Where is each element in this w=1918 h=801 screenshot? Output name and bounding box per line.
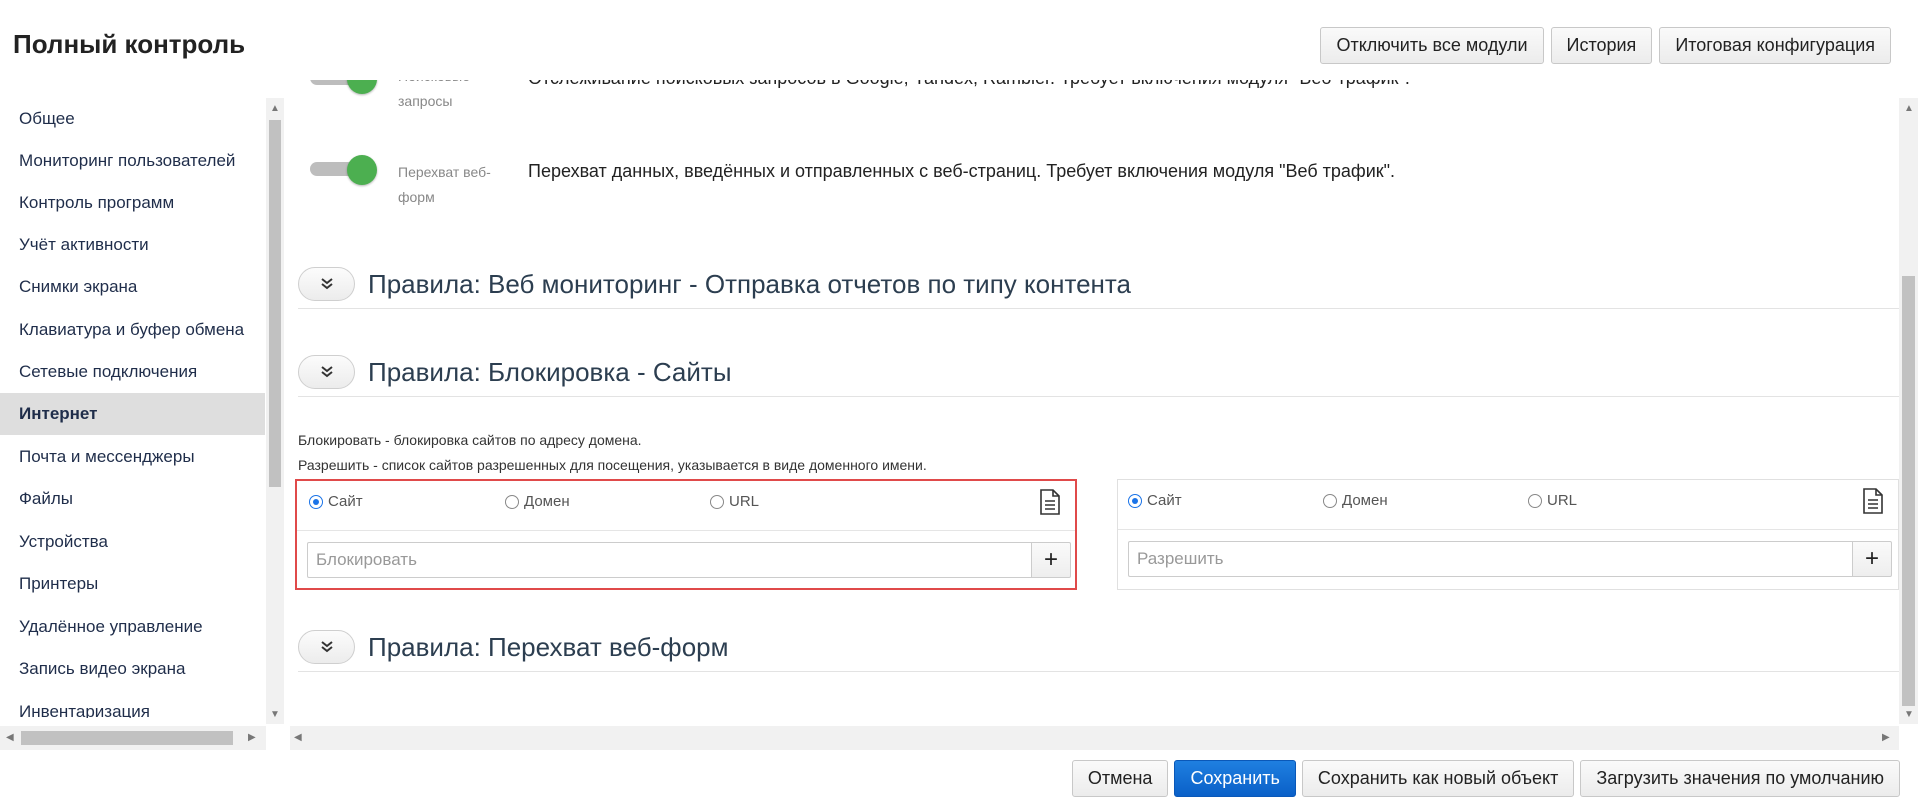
history-button[interactable]: История [1550,27,1653,64]
allow-info-text: Разрешить - список сайтов разрешенных дл… [298,457,927,473]
scrollbar-thumb[interactable] [21,731,233,745]
toggle-search-queries[interactable] [310,80,378,94]
scroll-down-arrow-icon[interactable]: ▼ [1904,710,1914,720]
sidebar: Общее Мониторинг пользователей Контроль … [0,98,265,718]
sidebar-item-mail[interactable]: Почта и мессенджеры [0,436,265,478]
top-toolbar: Отключить все модули История Итоговая ко… [1320,27,1891,64]
allow-site-input[interactable] [1128,541,1852,577]
main-horizontal-scrollbar[interactable]: ◀ ▶ [290,726,1899,750]
sidebar-item-printers[interactable]: Принтеры [0,563,265,605]
sidebar-item-keyboard[interactable]: Клавиатура и буфер обмена [0,309,265,351]
radio-dot-icon[interactable] [505,494,519,509]
type-radio-group: Сайт Домен URL [1118,480,1898,530]
toggle-label: Поисковые запросы [398,80,470,109]
sidebar-item-internet[interactable]: Интернет [0,393,265,435]
sidebar-item-files[interactable]: Файлы [0,478,265,520]
section-blocking-sites: Правила: Блокировка - Сайты [298,355,1899,397]
scroll-right-arrow-icon[interactable]: ▶ [1882,733,1890,743]
radio-domain[interactable]: Домен [505,493,570,510]
allow-rule-panel: Сайт Домен URL + [1117,479,1899,590]
radio-domain[interactable]: Домен [1323,492,1388,509]
sidebar-horizontal-scrollbar[interactable]: ◀ ▶ [0,726,266,750]
radio-url[interactable]: URL [710,493,759,510]
load-defaults-button[interactable]: Загрузить значения по умолчанию [1580,760,1900,797]
expand-section-button[interactable] [298,630,355,664]
radio-dot-icon[interactable] [1323,493,1337,508]
scroll-up-arrow-icon[interactable]: ▲ [270,104,280,114]
chevron-double-down-icon [320,641,333,653]
document-list-icon[interactable] [1862,488,1884,514]
radio-dot-icon[interactable] [309,494,323,509]
scrollbar-thumb[interactable] [1902,276,1915,706]
block-rule-panel: Сайт Домен URL + [295,479,1077,590]
radio-site[interactable]: Сайт [309,493,363,510]
sidebar-item-screenshots[interactable]: Снимки экрана [0,266,265,308]
page-title: Полный контроль [13,29,246,59]
collapse-section-button[interactable] [298,355,355,389]
sidebar-item-app-control[interactable]: Контроль программ [0,182,265,224]
scrollbar-thumb[interactable] [269,120,281,487]
chevron-double-down-icon [320,366,333,378]
radio-url[interactable]: URL [1528,492,1577,509]
scroll-right-arrow-icon[interactable]: ▶ [248,733,256,743]
radio-dot-icon[interactable] [710,494,724,509]
save-as-new-button[interactable]: Сохранить как новый объект [1301,760,1575,797]
save-button[interactable]: Сохранить [1174,760,1296,797]
block-site-input[interactable] [307,542,1031,578]
section-title: Правила: Блокировка - Сайты [368,357,732,387]
radio-dot-icon[interactable] [1528,493,1542,508]
radio-dot-icon[interactable] [1128,493,1142,508]
final-config-button[interactable]: Итоговая конфигурация [1659,27,1891,64]
toggle-description: Перехват данных, введённых и отправленны… [528,161,1396,181]
scroll-left-arrow-icon[interactable]: ◀ [6,733,14,743]
sidebar-item-remote[interactable]: Удалённое управление [0,606,265,648]
scroll-up-arrow-icon[interactable]: ▲ [1904,104,1914,114]
type-radio-group: Сайт Домен URL [297,481,1075,531]
cancel-button[interactable]: Отмена [1071,760,1169,797]
radio-site[interactable]: Сайт [1128,492,1182,509]
main-vertical-scrollbar[interactable]: ▲ ▼ [1899,98,1918,724]
footer-toolbar: Отмена Сохранить Сохранить как новый объ… [1071,760,1900,797]
expand-section-button[interactable] [298,267,355,301]
sidebar-item-general[interactable]: Общее [0,98,265,140]
section-title: Правила: Веб мониторинг - Отправка отчет… [368,269,1131,299]
section-title: Правила: Перехват веб-форм [368,632,729,662]
sidebar-item-network[interactable]: Сетевые подключения [0,351,265,393]
sidebar-vertical-scrollbar[interactable]: ▲ ▼ [266,98,284,724]
blocking-info-text: Блокировать - блокировка сайтов по адрес… [298,432,642,448]
chevron-double-down-icon [320,278,333,290]
add-block-rule-button[interactable]: + [1031,542,1071,578]
toggle-web-forms[interactable] [310,155,378,185]
sidebar-item-devices[interactable]: Устройства [0,521,265,563]
section-web-monitoring: Правила: Веб мониторинг - Отправка отчет… [298,267,1899,309]
sidebar-item-user-monitoring[interactable]: Мониторинг пользователей [0,140,265,182]
toggle-label: Перехват веб-форм [398,164,491,205]
section-web-forms: Правила: Перехват веб-форм [298,630,1899,672]
scroll-left-arrow-icon[interactable]: ◀ [294,733,302,743]
disable-all-modules-button[interactable]: Отключить все модули [1320,27,1544,64]
main-content: Поисковые запросы Отслеживание поисковых… [290,80,1899,726]
sidebar-item-inventory[interactable]: Инвентаризация [0,691,265,718]
sidebar-item-video[interactable]: Запись видео экрана [0,648,265,690]
toggle-description: Отслеживание поисковых запросов в Google… [528,80,1410,89]
add-allow-rule-button[interactable]: + [1852,541,1892,577]
document-list-icon[interactable] [1039,489,1061,515]
scroll-down-arrow-icon[interactable]: ▼ [270,710,280,720]
sidebar-item-activity[interactable]: Учёт активности [0,224,265,266]
